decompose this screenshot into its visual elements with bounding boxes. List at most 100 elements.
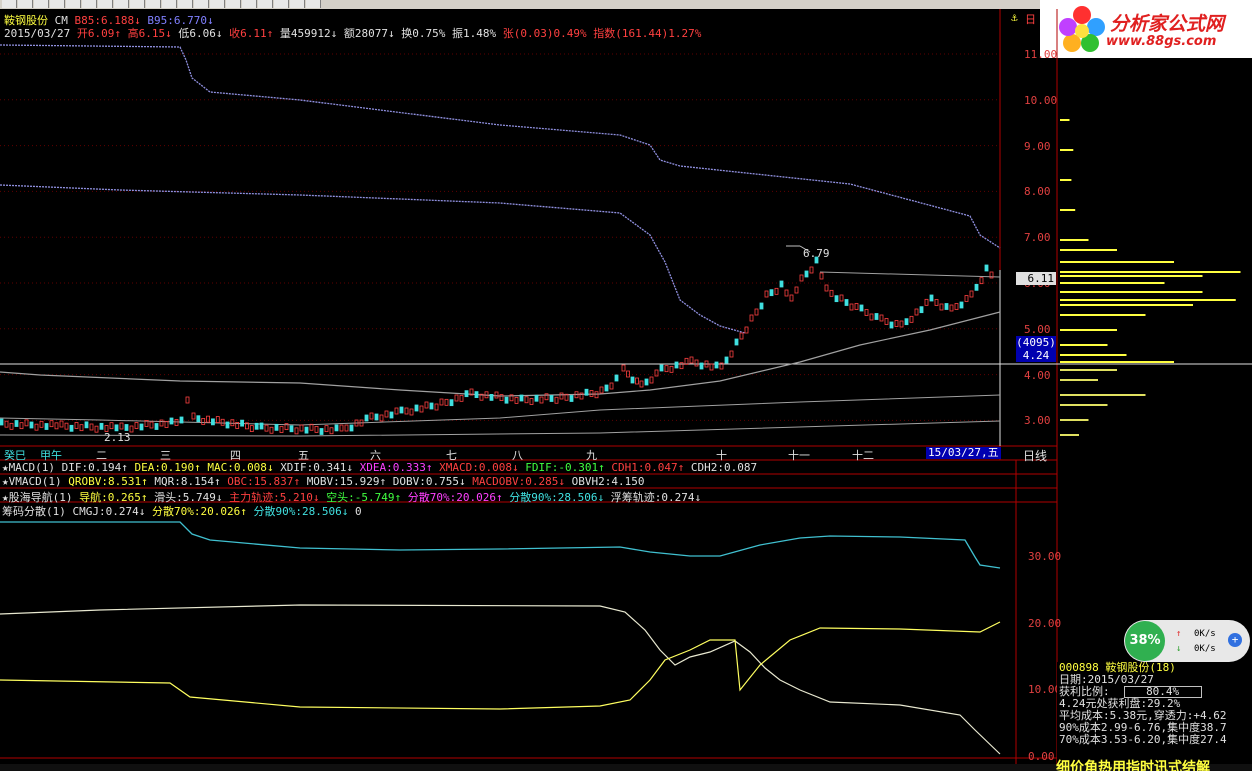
candlestick <box>749 314 754 322</box>
month-label: 十二 <box>852 449 874 462</box>
candlestick <box>759 302 764 310</box>
candlestick <box>44 423 49 430</box>
candlestick <box>674 361 679 369</box>
add-icon[interactable]: + <box>1228 633 1242 647</box>
price-tick-label: 10.00 <box>1024 93 1058 107</box>
upload-speed: 0K/s <box>1194 629 1216 639</box>
vmacd-line[interactable]: ★VMACD(1) QROBV:8.531↑ MQR:8.154↑ OBC:15… <box>2 475 644 488</box>
candlestick <box>114 424 119 432</box>
candlestick <box>549 395 554 402</box>
candlestick <box>939 303 944 311</box>
candlestick <box>514 396 519 404</box>
candlestick <box>664 365 669 373</box>
candlestick <box>859 304 864 312</box>
candlestick <box>220 418 225 426</box>
vmacd-mqr: MQR:8.154 <box>154 475 214 488</box>
guhai-fs70: 分散70%:20.026 <box>407 491 496 504</box>
candlestick <box>419 405 424 413</box>
candlestick <box>399 406 404 414</box>
vmacd-obvh2: OBVH2:4.150 <box>571 475 645 488</box>
candlestick <box>369 412 374 420</box>
guhai-fc: 浮筹轨迹:0.274 <box>610 491 695 504</box>
candlestick <box>225 421 230 429</box>
macd-cdh2: CDH2:0.087 <box>690 461 758 474</box>
chouma-title[interactable]: 筹码分散(1) <box>2 505 66 518</box>
candlestick <box>389 411 394 419</box>
candlestick <box>59 420 64 428</box>
candlestick <box>829 289 834 297</box>
candlestick <box>621 364 626 372</box>
candlestick <box>154 423 159 430</box>
network-speed-widget[interactable]: 38% ↑ ↓ 0K/s 0K/s + <box>1124 620 1250 662</box>
candlestick <box>914 308 919 316</box>
cmgj-line <box>0 604 1001 755</box>
candlestick <box>879 314 884 322</box>
candlestick <box>794 286 799 294</box>
candlestick <box>439 398 444 406</box>
vmacd-mobv: MOBV:15.929 <box>306 475 380 488</box>
candlestick <box>434 403 439 411</box>
candlestick <box>874 313 879 320</box>
date-badge: 15/03/27,五 <box>926 446 1001 459</box>
peak-label: 6.79 <box>803 247 830 260</box>
candlestick <box>84 421 89 429</box>
candlestick <box>79 424 84 432</box>
macd-xdea: XDEA:0.333 <box>359 461 426 474</box>
candlestick <box>904 318 909 326</box>
candlestick <box>109 422 114 430</box>
chouma-fs90: 分散90%:28.506 <box>253 505 342 518</box>
price-tick-label: 3.00 <box>1024 414 1051 428</box>
lower-tick-label: 20.00 <box>1028 616 1062 630</box>
candlestick <box>169 417 174 425</box>
candlestick <box>984 264 989 272</box>
candlestick <box>54 422 59 430</box>
chouma-cmgj: CMGJ:0.274 <box>72 505 139 518</box>
candlestick <box>899 320 904 328</box>
candlestick <box>185 396 190 404</box>
candlestick <box>684 357 689 365</box>
candlestick <box>839 294 844 302</box>
candlestick <box>539 396 544 404</box>
candlestick <box>709 363 714 371</box>
candlestick <box>374 413 379 421</box>
chouma-zero: 0 <box>354 505 362 518</box>
candlestick <box>894 320 899 327</box>
price-tick-label: 11.00 <box>1024 48 1058 61</box>
cursor-count: (4095) <box>1016 336 1056 349</box>
candlestick <box>249 425 254 432</box>
candlestick <box>834 295 839 303</box>
candlestick <box>314 425 319 433</box>
candlestick <box>69 424 74 432</box>
candlestick <box>409 408 414 416</box>
candlestick <box>139 423 144 431</box>
macd-title[interactable]: MACD(1) <box>9 461 55 474</box>
candlestick <box>934 299 939 306</box>
candlestick <box>240 419 244 427</box>
period-label[interactable]: 日线 <box>1023 447 1047 464</box>
candlestick <box>319 428 324 435</box>
candlestick <box>644 378 649 386</box>
candlestick <box>304 426 309 434</box>
macd-line[interactable]: ★MACD(1) DIF:0.194↑ DEA:0.190↑ MAC:0.008… <box>2 461 757 474</box>
macd-fdif: FDIF:-0.301 <box>525 461 599 474</box>
info-line7: 70%成本3.53-6.20,集中度27.4 <box>1059 733 1227 746</box>
chouma-line[interactable]: 筹码分散(1) CMGJ:0.274↓ 分散70%:20.026↑ 分散90%:… <box>2 503 362 519</box>
candlestick <box>34 423 39 431</box>
candlestick <box>779 280 784 288</box>
candlestick <box>635 377 639 385</box>
candlestick <box>594 391 599 399</box>
candlestick <box>309 423 314 431</box>
candlestick <box>569 395 574 402</box>
candlestick <box>259 422 264 430</box>
vmacd-title[interactable]: VMACD(1) <box>9 475 62 488</box>
macd-xdif: XDIF:0.341 <box>280 461 347 474</box>
candlestick <box>774 287 779 295</box>
candlestick <box>454 394 459 402</box>
candlestick <box>334 424 339 432</box>
candlestick <box>769 289 774 297</box>
candlestick <box>724 356 729 364</box>
vmacd-macdobv: MACDOBV:0.285 <box>472 475 559 488</box>
candlestick <box>954 303 959 310</box>
candlestick <box>124 424 129 431</box>
candlestick <box>494 391 499 399</box>
